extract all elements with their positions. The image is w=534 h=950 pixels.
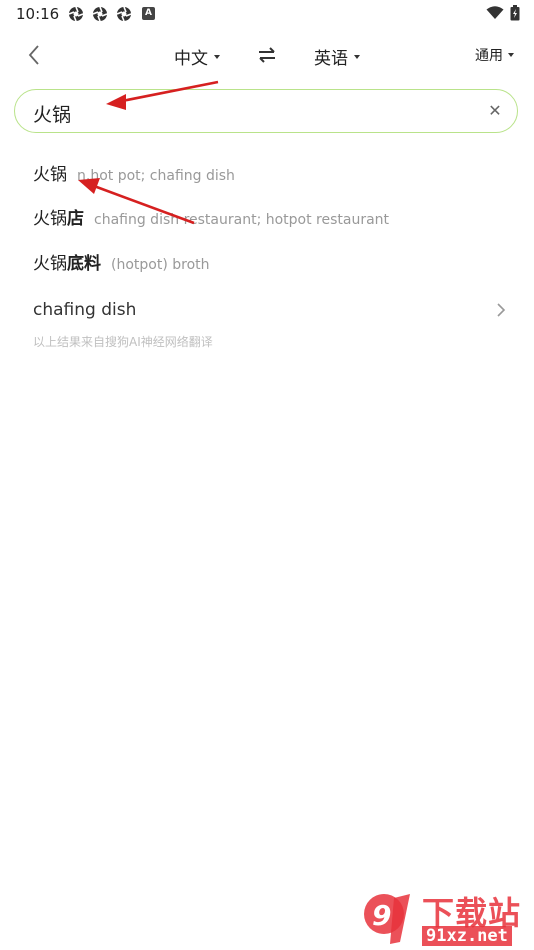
wifi-icon (486, 6, 504, 19)
suggestion-item[interactable]: 火锅 n.hot pot; chafing dish (33, 160, 235, 185)
notification-icon (92, 6, 108, 22)
search-input[interactable]: 火锅 ✕ (14, 89, 518, 133)
source-language-label: 中文 (174, 49, 208, 69)
suggestion-term-base: 火锅 (33, 254, 67, 274)
notification-icon (68, 6, 84, 22)
watermark: 9 下载站 91xz.net (360, 888, 530, 948)
suggestion-definition: (hotpot) broth (111, 257, 210, 273)
watermark-logo: 9 (364, 894, 410, 944)
suggestion-item[interactable]: 火锅底料 (hotpot) broth (33, 249, 210, 274)
status-time: 10:16 (16, 5, 60, 23)
notification-icon (116, 6, 132, 22)
app-notification-icon: A (142, 7, 155, 20)
ai-translation-note: 以上结果来自搜狗AI神经网络翻译 (33, 335, 213, 349)
chevron-down-icon (354, 54, 360, 59)
system-icons (486, 5, 520, 21)
domain-mode-label: 通用 (475, 48, 503, 64)
target-language-select[interactable]: 英语 (314, 44, 360, 69)
ai-translation-result[interactable]: chafing dish (33, 300, 136, 320)
suggestion-term-extra: 底料 (67, 254, 101, 274)
annotation-arrows (78, 80, 219, 225)
search-input-value[interactable]: 火锅 (33, 100, 71, 127)
source-language-select[interactable]: 中文 (174, 44, 220, 69)
domain-mode-select[interactable]: 通用 (475, 45, 514, 65)
suggestion-definition: n.hot pot; chafing dish (77, 168, 235, 184)
target-language-label: 英语 (314, 49, 348, 69)
svg-text:9: 9 (372, 899, 391, 932)
status-bar: 10:16 A (0, 0, 534, 28)
back-icon[interactable] (22, 42, 48, 68)
suggestion-term-extra: 店 (67, 209, 84, 229)
top-bar: 中文 英语 通用 (0, 36, 534, 76)
suggestion-definition: chafing dish restaurant; hotpot restaura… (94, 212, 390, 228)
chevron-right-icon[interactable] (494, 301, 508, 319)
chevron-down-icon (214, 54, 220, 59)
suggestion-term: 火锅 (33, 165, 67, 185)
chevron-down-icon (508, 53, 514, 57)
swap-languages-icon[interactable] (256, 44, 278, 66)
suggestion-item[interactable]: 火锅店 chafing dish restaurant; hotpot resta… (33, 204, 389, 229)
watermark-site: 91xz.net (422, 926, 512, 946)
battery-icon (510, 5, 520, 21)
suggestion-term-base: 火锅 (33, 209, 67, 229)
clear-icon[interactable]: ✕ (485, 101, 505, 121)
